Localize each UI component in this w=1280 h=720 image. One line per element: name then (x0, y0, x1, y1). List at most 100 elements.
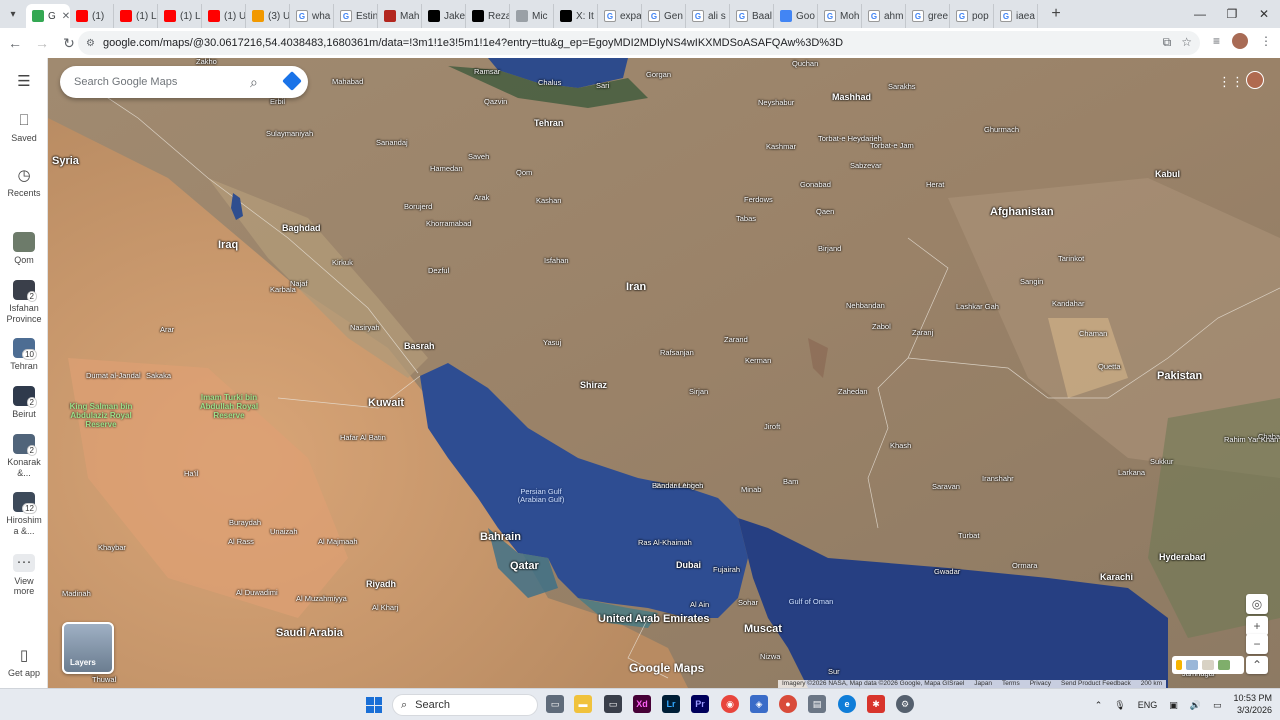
layers-button[interactable]: Layers (62, 622, 114, 674)
city-label[interactable]: Sanandaj (376, 139, 408, 147)
city-label[interactable]: Shiraz (580, 381, 607, 390)
pegman-icon[interactable] (1176, 660, 1182, 670)
browser-tab[interactable]: Gpop (950, 4, 994, 28)
city-label[interactable]: Sarakhs (888, 83, 916, 91)
browser-tab[interactable]: (1) U (202, 4, 246, 28)
reserve-label[interactable]: Imam Turki bin Abdullah Royal Reserve (194, 393, 264, 421)
city-label[interactable]: Nizwa (760, 653, 780, 661)
city-label[interactable]: Buraydah (229, 519, 261, 527)
network-icon[interactable]: ▣ (1169, 700, 1178, 711)
country-label[interactable]: Afghanistan (990, 207, 1054, 218)
city-label[interactable]: Dezful (428, 267, 449, 275)
recent-place-item[interactable]: 2 Konarak &... (0, 434, 48, 479)
browser-tab[interactable]: G ✕ (26, 4, 70, 28)
edge-icon[interactable]: e (838, 695, 856, 713)
city-label[interactable]: Quetta (1098, 363, 1121, 371)
forward-icon[interactable]: → (30, 31, 54, 55)
back-icon[interactable]: ← (3, 31, 27, 55)
country-label[interactable]: Pakistan (1157, 371, 1202, 382)
bookmark-star-icon[interactable]: ☆ (1181, 35, 1192, 50)
city-label[interactable]: Riyadh (366, 580, 396, 589)
city-label[interactable]: Lashkar Gah (956, 303, 999, 311)
country-label[interactable]: Iraq (218, 240, 238, 251)
city-label[interactable]: Saveh (468, 153, 489, 161)
city-label[interactable]: Khaybar (98, 544, 126, 552)
browser-tab[interactable]: Reza (466, 4, 510, 28)
browser-tab[interactable]: G Estin (334, 4, 378, 28)
map-layer-thumb-3[interactable] (1218, 660, 1230, 670)
city-label[interactable]: Hyderabad (1159, 553, 1206, 562)
reserve-label[interactable]: King Salman bin Abdulaziz Royal Reserve (66, 402, 136, 430)
city-label[interactable]: Nasiryah (350, 324, 380, 332)
browser-tab[interactable]: Gwha (290, 4, 334, 28)
city-label[interactable]: Saravan (932, 483, 960, 491)
water-label[interactable]: Gulf of Oman (776, 598, 846, 606)
city-label[interactable]: Thuwal (92, 676, 116, 684)
city-label[interactable]: Quchan (792, 60, 818, 68)
adobe-xd-icon[interactable]: Xd (633, 695, 651, 713)
city-label[interactable]: Al Duwadimi (236, 589, 278, 597)
country-label[interactable]: United Arab Emirates (598, 614, 709, 625)
browser-tab[interactable]: Gali s (686, 4, 730, 28)
city-label[interactable]: Zakho (196, 58, 217, 66)
recent-place-item[interactable]: 2 Beirut (0, 386, 48, 420)
city-label[interactable]: Larkana (1118, 469, 1145, 477)
city-label[interactable]: Sakaka (146, 372, 171, 380)
recent-place-item[interactable]: 10 Tehran (0, 338, 48, 372)
city-label[interactable]: Al Kharj (372, 604, 398, 612)
browser-tab[interactable]: G Moh (818, 4, 862, 28)
city-label[interactable]: Ramsar (474, 68, 500, 76)
city-label[interactable]: Rafsanjan (660, 349, 694, 357)
browser-tab[interactable]: Jake (422, 4, 466, 28)
city-label[interactable]: Sur (828, 668, 840, 676)
city-label[interactable]: Gwadar (934, 568, 960, 576)
city-label[interactable]: Dumat al-Jandal (86, 372, 141, 380)
city-label[interactable]: Ghurmach (984, 126, 1019, 134)
city-label[interactable]: Isfahan (544, 257, 569, 265)
task-view-icon[interactable]: ▭ (546, 695, 564, 713)
app-icon-red[interactable]: ● (779, 695, 797, 713)
file-explorer-icon[interactable]: ▬ (574, 695, 592, 713)
account-avatar[interactable] (1246, 71, 1264, 89)
browser-tab[interactable]: X: It (554, 4, 598, 28)
city-label[interactable]: Sabzevar (850, 162, 882, 170)
city-label[interactable]: Kabul (1155, 170, 1180, 179)
app-icon-settings[interactable]: ⚙ (896, 695, 914, 713)
city-label[interactable]: Neyshabur (758, 99, 794, 107)
tab-close-icon[interactable]: ✕ (62, 11, 70, 22)
battery-icon[interactable]: ▭ (1213, 700, 1222, 711)
country-label[interactable]: Iran (626, 282, 646, 293)
city-label[interactable]: Khorramabad (426, 220, 471, 228)
city-label[interactable]: Sangin (1020, 278, 1043, 286)
language-indicator[interactable]: ENG (1138, 700, 1158, 710)
browser-tab[interactable]: G Gen (642, 4, 686, 28)
city-label[interactable]: Zahedan (838, 388, 868, 396)
tab-search-icon[interactable]: ▾ (0, 0, 26, 28)
city-label[interactable]: Al Ain (690, 601, 709, 609)
city-label[interactable]: Tehran (534, 119, 563, 128)
search-input[interactable] (74, 76, 234, 88)
city-label[interactable]: Ormara (1012, 562, 1037, 570)
city-label[interactable]: Al Muzahmiyya (296, 595, 347, 603)
volume-icon[interactable]: 🔊 (1190, 700, 1201, 711)
city-label[interactable]: Karachi (1100, 573, 1133, 582)
city-label[interactable]: Ferdows (744, 196, 773, 204)
recents-button[interactable]: ◷ Recents (0, 166, 48, 198)
city-label[interactable]: Herat (926, 181, 944, 189)
lightroom-icon[interactable]: Lr (662, 695, 680, 713)
new-tab-button[interactable]: + (1044, 2, 1068, 26)
city-label[interactable]: Khash (890, 442, 911, 450)
tray-overflow-icon[interactable]: ⌃ (1095, 700, 1103, 711)
country-label[interactable]: Kuwait (368, 398, 404, 409)
city-label[interactable]: Zarand (724, 336, 748, 344)
city-label[interactable]: Tabas (736, 215, 756, 223)
recent-place-item[interactable]: 2 Isfahan Province (0, 280, 48, 325)
city-label[interactable]: Nehbandan (846, 302, 885, 310)
city-label[interactable]: Bam (783, 478, 798, 486)
attribution-link[interactable]: Japan (974, 680, 992, 688)
city-label[interactable]: Gonabad (800, 181, 831, 189)
app-icon-grey[interactable]: ▤ (808, 695, 826, 713)
minimize-icon[interactable]: — (1184, 0, 1216, 28)
clock[interactable]: 10:53 PM 3/3/2026 (1233, 693, 1272, 716)
city-label[interactable]: Gorgan (646, 71, 671, 79)
